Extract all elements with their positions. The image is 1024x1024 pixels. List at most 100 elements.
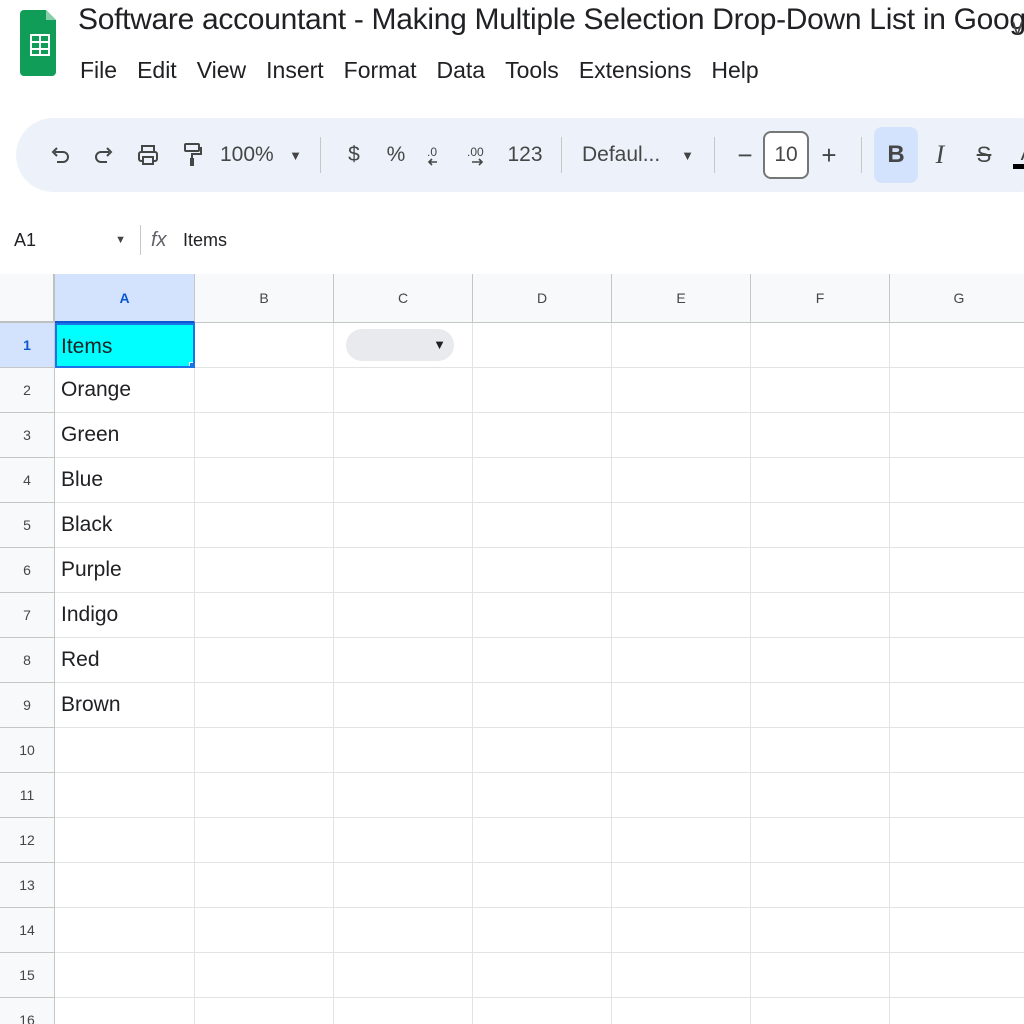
bold-button[interactable]: B (874, 127, 918, 183)
cell-C16[interactable] (334, 998, 473, 1024)
cell-F6[interactable] (751, 548, 890, 593)
row-header[interactable]: 11 (0, 773, 55, 818)
cell-A16[interactable] (55, 998, 195, 1024)
cell-D5[interactable] (473, 503, 612, 548)
cell-F15[interactable] (751, 953, 890, 998)
print-icon[interactable] (126, 131, 170, 179)
cell-G7[interactable] (890, 593, 1024, 638)
row-header[interactable]: 16 (0, 998, 55, 1024)
cell-E15[interactable] (612, 953, 751, 998)
row-header[interactable]: 6 (0, 548, 55, 593)
cell-C4[interactable] (334, 458, 473, 503)
cell-C1[interactable]: ▼ (334, 323, 473, 368)
column-header[interactable]: D (473, 274, 612, 323)
column-header[interactable]: G (890, 274, 1024, 323)
column-header[interactable]: A (55, 274, 195, 323)
cell-F5[interactable] (751, 503, 890, 548)
cell-E13[interactable] (612, 863, 751, 908)
cell-D3[interactable] (473, 413, 612, 458)
cell-A12[interactable] (55, 818, 195, 863)
currency-format-button[interactable]: $ (333, 131, 375, 179)
cell-A3[interactable]: Green (55, 413, 195, 458)
cell-B10[interactable] (195, 728, 334, 773)
number-format-button[interactable]: 123 (501, 131, 549, 179)
row-header[interactable]: 8 (0, 638, 55, 683)
name-box[interactable]: A1 ▼ (0, 220, 140, 260)
cell-G8[interactable] (890, 638, 1024, 683)
cell-A15[interactable] (55, 953, 195, 998)
cell-D6[interactable] (473, 548, 612, 593)
cell-A4[interactable]: Blue (55, 458, 195, 503)
cell-A11[interactable] (55, 773, 195, 818)
row-header[interactable]: 3 (0, 413, 55, 458)
cell-C2[interactable] (334, 368, 473, 413)
cell-C6[interactable] (334, 548, 473, 593)
paint-format-icon[interactable] (170, 131, 214, 179)
cell-F9[interactable] (751, 683, 890, 728)
cell-G11[interactable] (890, 773, 1024, 818)
cell-G10[interactable] (890, 728, 1024, 773)
cell-D12[interactable] (473, 818, 612, 863)
cell-E2[interactable] (612, 368, 751, 413)
cell-G5[interactable] (890, 503, 1024, 548)
text-color-button[interactable]: A (1006, 131, 1024, 179)
column-header[interactable]: F (751, 274, 890, 323)
cell-F12[interactable] (751, 818, 890, 863)
cell-B5[interactable] (195, 503, 334, 548)
cell-F7[interactable] (751, 593, 890, 638)
cell-A10[interactable] (55, 728, 195, 773)
cell-B12[interactable] (195, 818, 334, 863)
cell-D7[interactable] (473, 593, 612, 638)
menu-format[interactable]: Format (344, 52, 428, 88)
italic-button[interactable]: I (918, 131, 962, 179)
cell-F10[interactable] (751, 728, 890, 773)
menu-file[interactable]: File (80, 52, 128, 88)
cell-G15[interactable] (890, 953, 1024, 998)
cell-G9[interactable] (890, 683, 1024, 728)
cell-D13[interactable] (473, 863, 612, 908)
menu-extensions[interactable]: Extensions (579, 52, 703, 88)
cell-B1[interactable] (195, 323, 334, 368)
menu-tools[interactable]: Tools (505, 52, 570, 88)
font-family-select[interactable]: Defaul... ▼ (574, 131, 702, 179)
cell-G4[interactable] (890, 458, 1024, 503)
cell-G14[interactable] (890, 908, 1024, 953)
cell-C11[interactable] (334, 773, 473, 818)
select-all-corner[interactable] (0, 274, 55, 323)
cell-E10[interactable] (612, 728, 751, 773)
cell-B4[interactable] (195, 458, 334, 503)
cell-E4[interactable] (612, 458, 751, 503)
cell-B9[interactable] (195, 683, 334, 728)
column-header[interactable]: B (195, 274, 334, 323)
cell-F1[interactable] (751, 323, 890, 368)
decrease-decimal-button[interactable]: .0 (417, 131, 459, 179)
menu-view[interactable]: View (197, 52, 257, 88)
row-header[interactable]: 14 (0, 908, 55, 953)
cell-G6[interactable] (890, 548, 1024, 593)
dropdown-chip[interactable]: ▼ (346, 329, 454, 361)
cell-F4[interactable] (751, 458, 890, 503)
cell-E6[interactable] (612, 548, 751, 593)
cell-C5[interactable] (334, 503, 473, 548)
cell-B2[interactable] (195, 368, 334, 413)
cell-C9[interactable] (334, 683, 473, 728)
cell-E3[interactable] (612, 413, 751, 458)
formula-input[interactable]: Items (183, 230, 227, 251)
cell-B13[interactable] (195, 863, 334, 908)
font-size-increase-button[interactable]: + (809, 131, 849, 179)
cell-B3[interactable] (195, 413, 334, 458)
cell-E1[interactable] (612, 323, 751, 368)
document-title[interactable]: Software accountant - Making Multiple Se… (78, 2, 1024, 38)
cell-B15[interactable] (195, 953, 334, 998)
cell-C13[interactable] (334, 863, 473, 908)
zoom-select[interactable]: 100% ▼ (214, 131, 308, 179)
row-header[interactable]: 4 (0, 458, 55, 503)
cell-D4[interactable] (473, 458, 612, 503)
cell-E11[interactable] (612, 773, 751, 818)
sheets-logo-icon[interactable] (20, 4, 60, 78)
font-size-input[interactable]: 10 (763, 131, 809, 179)
row-header[interactable]: 12 (0, 818, 55, 863)
cell-C3[interactable] (334, 413, 473, 458)
cell-E14[interactable] (612, 908, 751, 953)
row-header[interactable]: 2 (0, 368, 55, 413)
